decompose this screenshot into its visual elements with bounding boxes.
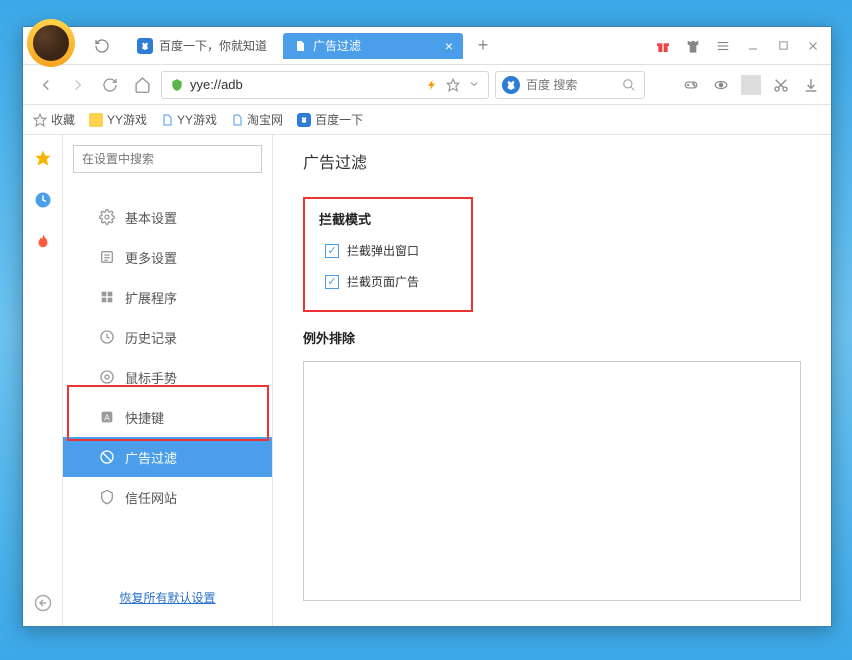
checkbox-icon: ✓ [325, 275, 339, 289]
window-controls [653, 36, 823, 56]
checkbox-icon: ✓ [325, 244, 339, 258]
nav-history[interactable]: 历史记录 [63, 317, 272, 357]
titlebar: 百度一下，你就知道 广告过滤 × + [23, 27, 831, 65]
bookmarks-bar: 收藏 YY游戏 YY游戏 淘宝网 百度一下 [23, 105, 831, 135]
new-tab-button[interactable]: + [471, 34, 495, 58]
tab-label: 百度一下，你就知道 [159, 37, 267, 54]
bookmark-favorites[interactable]: 收藏 [33, 111, 75, 128]
address-bar: yye://adb [23, 65, 831, 105]
nav-shortcut[interactable]: A 快捷键 [63, 397, 272, 437]
highlight-box-mode: 拦截模式 ✓ 拦截弹出窗口 ✓ 拦截页面广告 [303, 197, 473, 312]
eye-icon[interactable] [711, 75, 731, 95]
nav-label: 更多设置 [125, 248, 177, 267]
bookmark-yy1[interactable]: YY游戏 [89, 111, 147, 128]
nav-label: 快捷键 [125, 408, 164, 427]
nav-label: 基本设置 [125, 208, 177, 227]
home-button[interactable] [129, 72, 155, 98]
nav-label: 鼠标手势 [125, 368, 177, 387]
page-title: 广告过滤 [303, 149, 801, 173]
tab-history-icon[interactable] [89, 33, 115, 59]
nav-label: 信任网站 [125, 488, 177, 507]
download-icon[interactable] [801, 75, 821, 95]
settings-nav-list: 基本设置 更多设置 扩展程序 历史记录 鼠标手势 [63, 183, 272, 569]
nav-label: 广告过滤 [125, 448, 177, 467]
nav-extensions[interactable]: 扩展程序 [63, 277, 272, 317]
browser-logo [27, 19, 75, 67]
nav-adblock[interactable]: 广告过滤 [63, 437, 272, 477]
menu-icon[interactable] [713, 36, 733, 56]
settings-search[interactable] [73, 145, 262, 173]
baidu-favicon [137, 38, 153, 54]
bookmark-label: YY游戏 [107, 111, 147, 128]
bookmark-label: 淘宝网 [247, 111, 283, 128]
game-icon[interactable] [681, 75, 701, 95]
chevron-down-icon[interactable] [468, 78, 480, 92]
divider [741, 75, 761, 95]
tab-label: 广告过滤 [313, 37, 361, 54]
search-icon[interactable] [622, 78, 636, 92]
nav-basic[interactable]: 基本设置 [63, 197, 272, 237]
favorite-icon[interactable] [446, 78, 460, 92]
nav-label: 扩展程序 [125, 288, 177, 307]
address-actions [426, 78, 480, 92]
tab-inactive[interactable]: 百度一下，你就知道 [127, 33, 277, 59]
address-input[interactable]: yye://adb [161, 71, 489, 99]
mode-title: 拦截模式 [319, 209, 457, 228]
baidu-favicon [297, 113, 311, 127]
tab-active[interactable]: 广告过滤 × [283, 33, 463, 59]
clock-icon[interactable] [34, 191, 52, 209]
maximize-icon[interactable] [773, 36, 793, 56]
flash-icon[interactable] [426, 78, 438, 92]
settings-search-input[interactable] [82, 152, 253, 166]
gift-icon[interactable] [653, 36, 673, 56]
bookmark-label: YY游戏 [177, 111, 217, 128]
svg-text:A: A [104, 412, 110, 422]
nav-label: 历史记录 [125, 328, 177, 347]
reset-defaults-link[interactable]: 恢复所有默认设置 [63, 569, 272, 626]
bookmark-baidu[interactable]: 百度一下 [297, 111, 363, 128]
bookmark-yy2[interactable]: YY游戏 [161, 111, 217, 128]
address-text: yye://adb [190, 77, 243, 92]
bookmark-label: 收藏 [51, 111, 75, 128]
cut-icon[interactable] [771, 75, 791, 95]
reload-button[interactable] [97, 72, 123, 98]
search-input[interactable] [526, 78, 616, 92]
minimize-icon[interactable] [743, 36, 763, 56]
close-tab-icon[interactable]: × [445, 38, 453, 54]
bookmark-taobao[interactable]: 淘宝网 [231, 111, 283, 128]
fire-icon[interactable] [34, 233, 52, 251]
skin-icon[interactable] [683, 36, 703, 56]
exception-title: 例外排除 [303, 328, 801, 347]
star-icon[interactable] [34, 149, 52, 167]
bookmark-label: 百度一下 [315, 111, 363, 128]
browser-window: 百度一下，你就知道 广告过滤 × + [22, 26, 832, 627]
checkbox-pagead[interactable]: ✓ 拦截页面广告 [325, 273, 457, 290]
checkbox-label: 拦截页面广告 [347, 273, 419, 290]
settings-content: 广告过滤 拦截模式 ✓ 拦截弹出窗口 ✓ 拦截页面广告 例外排除 [273, 135, 831, 626]
back-button[interactable] [33, 72, 59, 98]
nav-mouse[interactable]: 鼠标手势 [63, 357, 272, 397]
page-favicon [293, 39, 307, 53]
apps-icon[interactable] [651, 75, 671, 95]
exit-icon[interactable] [34, 594, 52, 612]
baidu-icon [502, 76, 520, 94]
search-box[interactable] [495, 71, 645, 99]
left-sidestrip [23, 135, 63, 626]
toolbar-right [651, 75, 821, 95]
forward-button[interactable] [65, 72, 91, 98]
nav-trust[interactable]: 信任网站 [63, 477, 272, 517]
secure-icon [170, 78, 184, 92]
settings-sidebar: 基本设置 更多设置 扩展程序 历史记录 鼠标手势 [63, 135, 273, 626]
nav-more[interactable]: 更多设置 [63, 237, 272, 277]
checkbox-popup[interactable]: ✓ 拦截弹出窗口 [325, 242, 457, 259]
main-area: 基本设置 更多设置 扩展程序 历史记录 鼠标手势 [23, 135, 831, 626]
yy-favicon [89, 113, 103, 127]
checkbox-label: 拦截弹出窗口 [347, 242, 419, 259]
close-window-icon[interactable] [803, 36, 823, 56]
exception-list[interactable] [303, 361, 801, 601]
